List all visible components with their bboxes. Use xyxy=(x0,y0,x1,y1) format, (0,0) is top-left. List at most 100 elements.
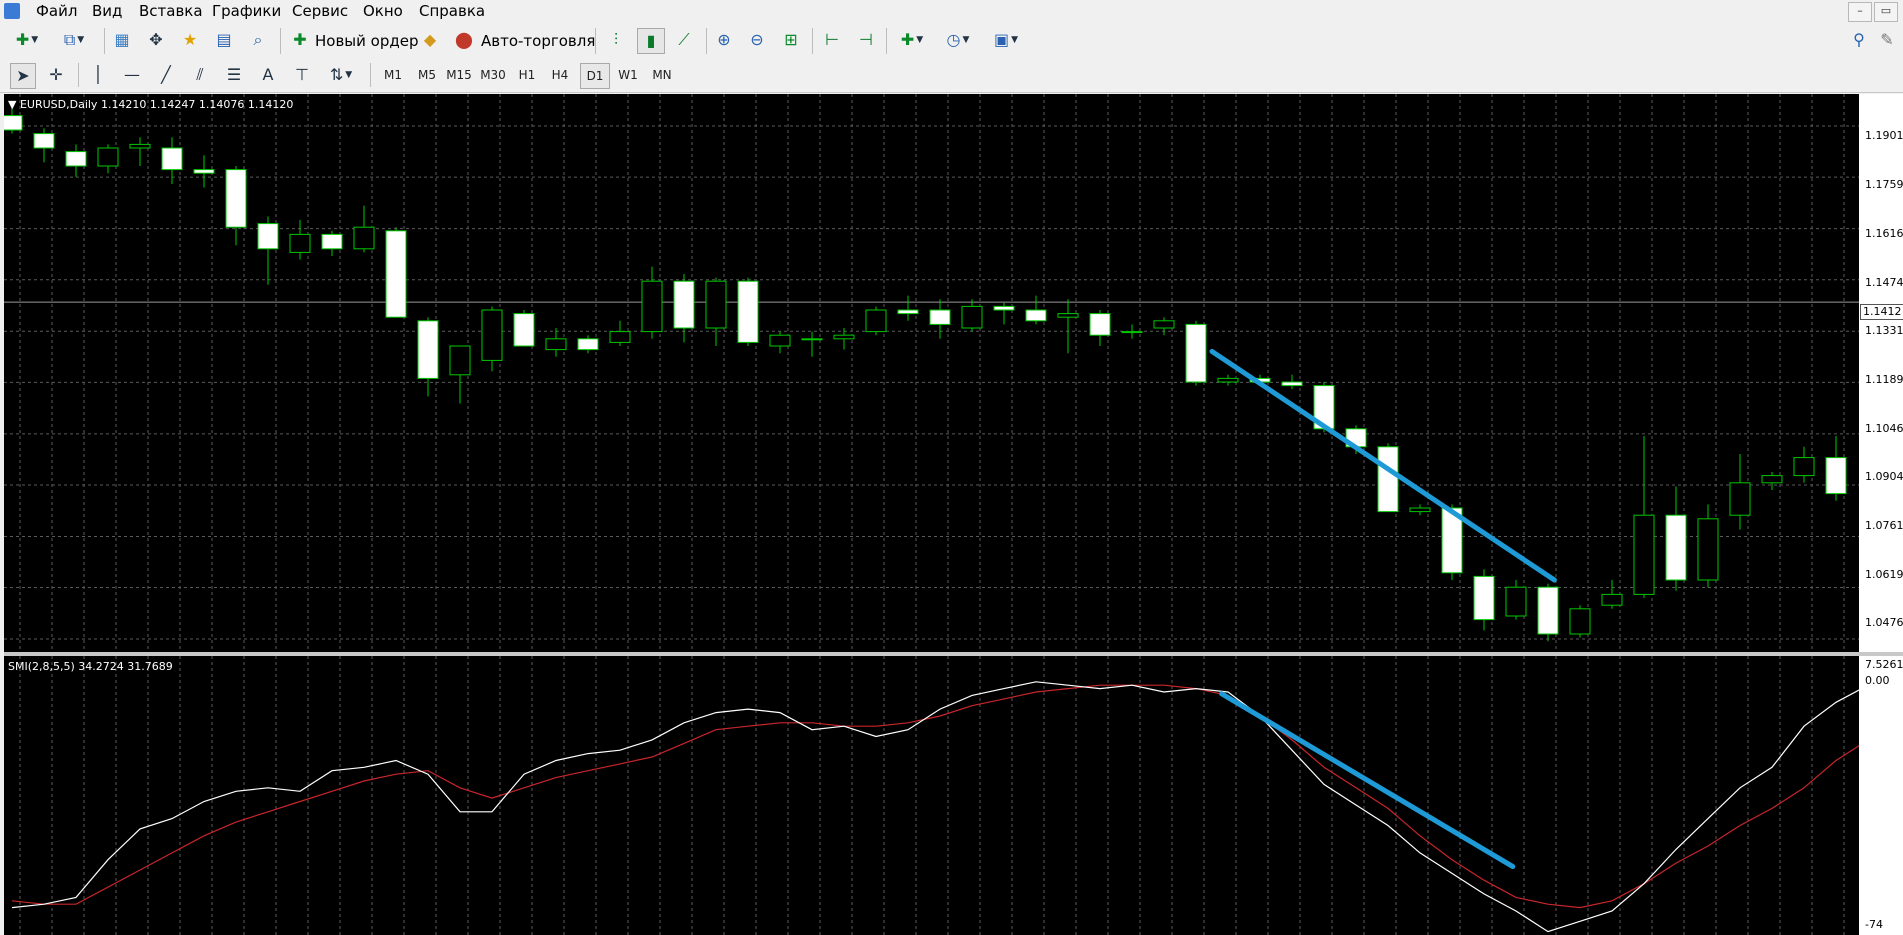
chart-menu-icon[interactable]: ▼ xyxy=(8,98,16,111)
chart-header: ▼ EURUSD,Daily 1.14210 1.14247 1.14076 1… xyxy=(8,98,293,111)
cursor-button[interactable]: ➤ xyxy=(10,63,36,89)
terminal-button[interactable]: ▤ xyxy=(212,28,236,52)
navigator-button[interactable]: ✥ xyxy=(144,28,168,52)
candlestick-button[interactable]: ▮ xyxy=(637,28,665,54)
autoscroll-button[interactable]: ⊣ xyxy=(854,28,878,52)
market-watch-button[interactable]: ▦ xyxy=(110,28,134,52)
bullish-candle xyxy=(961,305,983,329)
bullish-candle xyxy=(641,280,663,333)
crosshair-button[interactable]: ✛ xyxy=(44,63,68,87)
price-chart[interactable] xyxy=(4,94,1859,652)
favorites-button[interactable]: ★ xyxy=(178,28,202,52)
timeframe-m1[interactable]: M1 xyxy=(379,63,407,87)
menu-charts[interactable]: Графики xyxy=(210,0,283,22)
timeframe-w1[interactable]: W1 xyxy=(614,63,642,87)
search-button[interactable]: ⚲ xyxy=(1848,28,1870,52)
price-axis-label: 1.1901 xyxy=(1865,129,1903,142)
timeframe-h1[interactable]: H1 xyxy=(513,63,541,87)
bullish-candle xyxy=(97,147,119,167)
bullish-candle xyxy=(833,334,855,340)
fibonacci-button[interactable]: ☰ xyxy=(222,63,246,87)
app-icon[interactable] xyxy=(4,3,20,19)
bearish-candle xyxy=(1089,313,1111,336)
bearish-candle xyxy=(1665,514,1687,581)
price-axis-label: 1.1331 xyxy=(1865,324,1903,337)
dropdown-arrow-icon: ▼ xyxy=(962,35,970,45)
dropdown-arrow-icon: ▼ xyxy=(345,70,353,80)
autotrading-button[interactable]: Авто-торговля xyxy=(481,29,595,53)
price-axis-label: 1.1616 xyxy=(1865,227,1903,240)
bullish-candle xyxy=(1121,331,1143,334)
bearish-candle xyxy=(4,115,23,131)
arrows-button[interactable]: ⇅ ▼ xyxy=(324,63,358,87)
dropdown-arrow-icon: ▼ xyxy=(77,35,85,45)
price-axis[interactable]: 1.1901 1.1759 1.1616 1.1474 1.1331 1.1189 1.10… xyxy=(1859,94,1903,652)
bullish-candle xyxy=(865,309,887,333)
menu-insert[interactable]: Вставка xyxy=(137,0,205,22)
bearish-candle xyxy=(33,133,55,149)
bar-chart-button[interactable]: ⫶ xyxy=(604,28,628,52)
bullish-candle xyxy=(129,143,151,149)
price-axis-label: 1.0904 xyxy=(1865,470,1903,483)
menu-window[interactable]: Окно xyxy=(361,0,405,22)
trendline-button[interactable]: ╱ xyxy=(154,63,178,87)
bearish-candle xyxy=(577,338,599,351)
line-chart-icon: ⟋ xyxy=(678,30,690,49)
metaeditor-button[interactable]: ◆ xyxy=(418,28,442,52)
price-axis-label: 1.0619 xyxy=(1865,568,1903,581)
chart-shift-button[interactable]: ⊢ xyxy=(820,28,844,52)
bearish-candle xyxy=(161,147,183,171)
indicator-chart[interactable] xyxy=(4,656,1859,935)
chat-button[interactable]: ✎ xyxy=(1876,28,1898,52)
new-chart-icon: ✚ xyxy=(15,30,30,49)
bar-chart-icon: ⫶ xyxy=(613,30,618,49)
tile-windows-button[interactable]: ⊞ xyxy=(779,28,803,52)
timeframe-m5[interactable]: M5 xyxy=(413,63,441,87)
chat-icon: ✎ xyxy=(1880,30,1894,49)
indicator-axis[interactable]: 7.5261 0.00 -74 xyxy=(1859,656,1903,935)
text-label-button[interactable]: ⊤ xyxy=(290,63,314,87)
strategy-tester-button[interactable]: ⌕ xyxy=(246,28,270,52)
menu-view[interactable]: Вид xyxy=(90,0,124,22)
text-button[interactable]: A xyxy=(256,63,280,87)
timeframe-m30[interactable]: M30 xyxy=(479,63,507,87)
menu-help[interactable]: Справка xyxy=(417,0,487,22)
bearish-candle xyxy=(65,151,87,167)
price-axis-label: 1.1759 xyxy=(1865,178,1903,191)
timeframe-mn[interactable]: MN xyxy=(648,63,676,87)
timeframe-d1[interactable]: D1 xyxy=(580,63,610,89)
templates-button[interactable]: ▣ ▼ xyxy=(988,28,1024,52)
restore-button[interactable]: ▭ xyxy=(1874,2,1898,22)
market-watch-icon: ▦ xyxy=(114,30,130,49)
zoom-out-button[interactable]: ⊖ xyxy=(745,28,769,52)
standard-toolbar: ✚ ▼ ⧉ ▼ ▦ ✥ ★ ▤ ⌕ ✚ Новый ордер ◆ ⬤ Авто-т… xyxy=(0,22,1903,60)
autotrading-icon-button[interactable]: ⬤ xyxy=(452,28,476,52)
bearish-candle xyxy=(673,280,695,329)
new-order-button[interactable]: Новый ордер xyxy=(315,29,418,53)
timeframe-h4[interactable]: H4 xyxy=(546,63,574,87)
bullish-candle xyxy=(481,309,503,361)
toolbar-separator xyxy=(280,28,281,54)
bearish-candle xyxy=(1825,457,1847,495)
toolbar-separator xyxy=(104,28,105,54)
vertical-line-button[interactable]: │ xyxy=(86,63,110,87)
equidistant-channel-button[interactable]: ⫽ xyxy=(188,63,212,87)
line-chart-button[interactable]: ⟋ xyxy=(672,28,696,52)
minimize-button[interactable]: – xyxy=(1848,2,1872,22)
candlestick-icon: ▮ xyxy=(646,31,656,50)
menu-file[interactable]: Файл xyxy=(34,0,79,22)
periods-button[interactable]: ◷ ▼ xyxy=(940,28,976,52)
zoom-in-button[interactable]: ⊕ xyxy=(712,28,736,52)
new-order-icon: ✚ xyxy=(293,30,307,49)
timeframe-m15[interactable]: M15 xyxy=(445,63,473,87)
new-order-icon-button[interactable]: ✚ xyxy=(288,28,312,52)
horizontal-line-button[interactable]: — xyxy=(120,63,144,87)
indicators-button[interactable]: ✚ ▼ xyxy=(894,28,930,52)
profiles-button[interactable]: ⧉ ▼ xyxy=(56,28,92,52)
bearish-candle xyxy=(1281,381,1303,387)
bearish-candle xyxy=(417,320,439,379)
new-chart-button[interactable]: ✚ ▼ xyxy=(10,28,44,52)
text-icon: A xyxy=(262,65,274,84)
vertical-line-icon: │ xyxy=(93,65,103,84)
menu-tools[interactable]: Сервис xyxy=(290,0,350,22)
